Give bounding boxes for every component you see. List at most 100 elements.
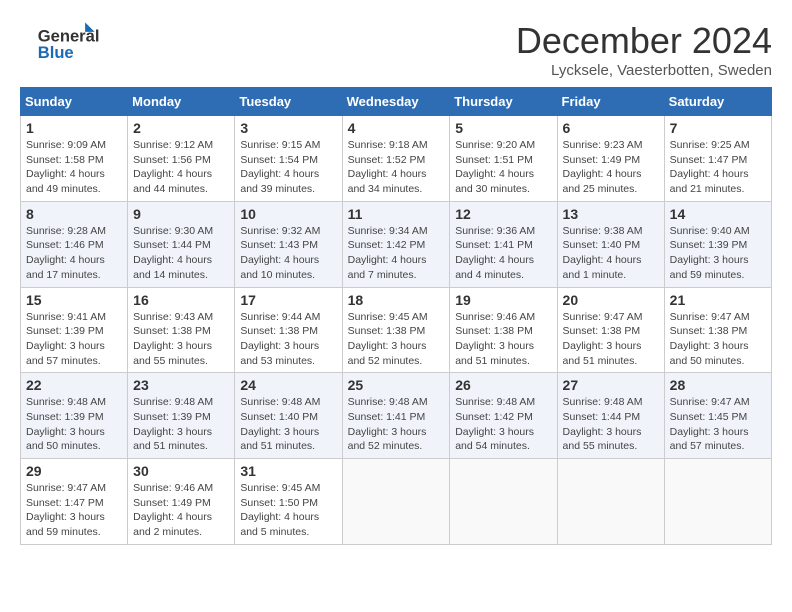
logo-icon: General Blue [20, 20, 110, 65]
day-detail: Sunrise: 9:47 AMSunset: 1:47 PMDaylight:… [26, 481, 122, 540]
day-number: 13 [563, 206, 659, 222]
day-number: 6 [563, 120, 659, 136]
page-header: General Blue December 2024 Lycksele, Vae… [20, 20, 772, 79]
day-cell-28: 28Sunrise: 9:47 AMSunset: 1:45 PMDayligh… [664, 373, 771, 459]
day-number: 27 [563, 377, 659, 393]
day-cell-25: 25 Sunrise: 9:48 AMSunset: 1:41 PMDayligh… [342, 373, 450, 459]
day-detail: Sunrise: 9:15 AMSunset: 1:54 PMDaylight:… [240, 138, 336, 197]
day-cell-21: 21 Sunrise: 9:47 AMSunset: 1:38 PMDayligh… [664, 287, 771, 373]
day-number: 8 [26, 206, 122, 222]
day-cell-18: 18 Sunrise: 9:45 AMSunset: 1:38 PMDayligh… [342, 287, 450, 373]
day-detail: Sunrise: 9:47 AMSunset: 1:38 PMDaylight:… [670, 310, 766, 369]
week-row-5: 29 Sunrise: 9:47 AMSunset: 1:47 PMDayligh… [21, 459, 772, 545]
day-cell-5: 5 Sunrise: 9:20 AMSunset: 1:51 PMDaylight… [450, 116, 557, 202]
empty-cell [450, 459, 557, 545]
day-detail: Sunrise: 9:23 AMSunset: 1:49 PMDaylight:… [563, 138, 659, 197]
day-detail: Sunrise: 9:46 AMSunset: 1:38 PMDaylight:… [455, 310, 551, 369]
day-detail: Sunrise: 9:25 AMSunset: 1:47 PMDaylight:… [670, 138, 766, 197]
day-cell-11: 11Sunrise: 9:34 AMSunset: 1:42 PMDayligh… [342, 201, 450, 287]
day-detail: Sunrise: 9:40 AMSunset: 1:39 PMDaylight:… [670, 224, 766, 283]
day-detail: Sunrise: 9:38 AMSunset: 1:40 PMDaylight:… [563, 224, 659, 283]
day-detail: Sunrise: 9:12 AMSunset: 1:56 PMDaylight:… [133, 138, 229, 197]
column-header-wednesday: Wednesday [342, 88, 450, 116]
day-number: 4 [348, 120, 445, 136]
day-cell-26: 26 Sunrise: 9:48 AMSunset: 1:42 PMDayligh… [450, 373, 557, 459]
day-detail: Sunrise: 9:20 AMSunset: 1:51 PMDaylight:… [455, 138, 551, 197]
month-title: December 2024 [516, 20, 772, 62]
day-number: 10 [240, 206, 336, 222]
day-cell-2: 2 Sunrise: 9:12 AMSunset: 1:56 PMDaylight… [128, 116, 235, 202]
day-number: 1 [26, 120, 122, 136]
day-cell-17: 17Sunrise: 9:44 AMSunset: 1:38 PMDayligh… [235, 287, 342, 373]
day-detail: Sunrise: 9:36 AMSunset: 1:41 PMDaylight:… [455, 224, 551, 283]
day-cell-24: 24Sunrise: 9:48 AMSunset: 1:40 PMDayligh… [235, 373, 342, 459]
day-cell-6: 6 Sunrise: 9:23 AMSunset: 1:49 PMDaylight… [557, 116, 664, 202]
column-header-saturday: Saturday [664, 88, 771, 116]
day-detail: Sunrise: 9:48 AMSunset: 1:42 PMDaylight:… [455, 395, 551, 454]
day-number: 17 [240, 292, 336, 308]
day-detail: Sunrise: 9:46 AMSunset: 1:49 PMDaylight:… [133, 481, 229, 540]
column-header-thursday: Thursday [450, 88, 557, 116]
day-number: 18 [348, 292, 445, 308]
day-cell-7: 7 Sunrise: 9:25 AMSunset: 1:47 PMDaylight… [664, 116, 771, 202]
day-number: 29 [26, 463, 122, 479]
day-detail: Sunrise: 9:47 AMSunset: 1:45 PMDaylight:… [670, 395, 766, 454]
week-row-1: 1 Sunrise: 9:09 AMSunset: 1:58 PMDaylight… [21, 116, 772, 202]
day-cell-12: 12Sunrise: 9:36 AMSunset: 1:41 PMDayligh… [450, 201, 557, 287]
day-detail: Sunrise: 9:28 AMSunset: 1:46 PMDaylight:… [26, 224, 122, 283]
day-number: 9 [133, 206, 229, 222]
day-detail: Sunrise: 9:47 AMSunset: 1:38 PMDaylight:… [563, 310, 659, 369]
day-number: 11 [348, 206, 445, 222]
day-cell-1: 1 Sunrise: 9:09 AMSunset: 1:58 PMDaylight… [21, 116, 128, 202]
day-cell-19: 19 Sunrise: 9:46 AMSunset: 1:38 PMDayligh… [450, 287, 557, 373]
day-detail: Sunrise: 9:48 AMSunset: 1:41 PMDaylight:… [348, 395, 445, 454]
day-number: 5 [455, 120, 551, 136]
day-number: 25 [348, 377, 445, 393]
column-header-tuesday: Tuesday [235, 88, 342, 116]
day-cell-23: 23 Sunrise: 9:48 AMSunset: 1:39 PMDayligh… [128, 373, 235, 459]
day-cell-10: 10 Sunrise: 9:32 AMSunset: 1:43 PMDayligh… [235, 201, 342, 287]
day-detail: Sunrise: 9:30 AMSunset: 1:44 PMDaylight:… [133, 224, 229, 283]
day-detail: Sunrise: 9:09 AMSunset: 1:58 PMDaylight:… [26, 138, 122, 197]
day-detail: Sunrise: 9:48 AMSunset: 1:39 PMDaylight:… [133, 395, 229, 454]
day-cell-31: 31Sunrise: 9:45 AMSunset: 1:50 PMDayligh… [235, 459, 342, 545]
day-number: 30 [133, 463, 229, 479]
column-header-monday: Monday [128, 88, 235, 116]
day-cell-14: 14 Sunrise: 9:40 AMSunset: 1:39 PMDayligh… [664, 201, 771, 287]
day-cell-15: 15Sunrise: 9:41 AMSunset: 1:39 PMDayligh… [21, 287, 128, 373]
day-number: 3 [240, 120, 336, 136]
subtitle: Lycksele, Vaesterbotten, Sweden [516, 62, 772, 79]
day-number: 19 [455, 292, 551, 308]
day-number: 31 [240, 463, 336, 479]
day-detail: Sunrise: 9:18 AMSunset: 1:52 PMDaylight:… [348, 138, 445, 197]
day-cell-22: 22Sunrise: 9:48 AMSunset: 1:39 PMDayligh… [21, 373, 128, 459]
day-number: 14 [670, 206, 766, 222]
day-number: 20 [563, 292, 659, 308]
day-number: 26 [455, 377, 551, 393]
day-cell-29: 29 Sunrise: 9:47 AMSunset: 1:47 PMDayligh… [21, 459, 128, 545]
day-detail: Sunrise: 9:41 AMSunset: 1:39 PMDaylight:… [26, 310, 122, 369]
day-number: 16 [133, 292, 229, 308]
day-cell-9: 9 Sunrise: 9:30 AMSunset: 1:44 PMDaylight… [128, 201, 235, 287]
day-number: 2 [133, 120, 229, 136]
svg-text:Blue: Blue [38, 43, 74, 62]
column-header-sunday: Sunday [21, 88, 128, 116]
title-block: December 2024 Lycksele, Vaesterbotten, S… [516, 20, 772, 79]
column-header-friday: Friday [557, 88, 664, 116]
day-cell-3: 3 Sunrise: 9:15 AMSunset: 1:54 PMDaylight… [235, 116, 342, 202]
day-cell-13: 13 Sunrise: 9:38 AMSunset: 1:40 PMDayligh… [557, 201, 664, 287]
day-detail: Sunrise: 9:45 AMSunset: 1:38 PMDaylight:… [348, 310, 445, 369]
day-cell-16: 16Sunrise: 9:43 AMSunset: 1:38 PMDayligh… [128, 287, 235, 373]
day-cell-4: 4 Sunrise: 9:18 AMSunset: 1:52 PMDaylight… [342, 116, 450, 202]
day-number: 23 [133, 377, 229, 393]
calendar-table: SundayMondayTuesdayWednesdayThursdayFrid… [20, 87, 772, 545]
day-cell-8: 8 Sunrise: 9:28 AMSunset: 1:46 PMDaylight… [21, 201, 128, 287]
day-number: 21 [670, 292, 766, 308]
week-row-4: 22Sunrise: 9:48 AMSunset: 1:39 PMDayligh… [21, 373, 772, 459]
day-detail: Sunrise: 9:48 AMSunset: 1:39 PMDaylight:… [26, 395, 122, 454]
day-number: 7 [670, 120, 766, 136]
day-detail: Sunrise: 9:32 AMSunset: 1:43 PMDaylight:… [240, 224, 336, 283]
logo: General Blue [20, 20, 114, 65]
day-detail: Sunrise: 9:48 AMSunset: 1:40 PMDaylight:… [240, 395, 336, 454]
week-row-2: 8 Sunrise: 9:28 AMSunset: 1:46 PMDaylight… [21, 201, 772, 287]
